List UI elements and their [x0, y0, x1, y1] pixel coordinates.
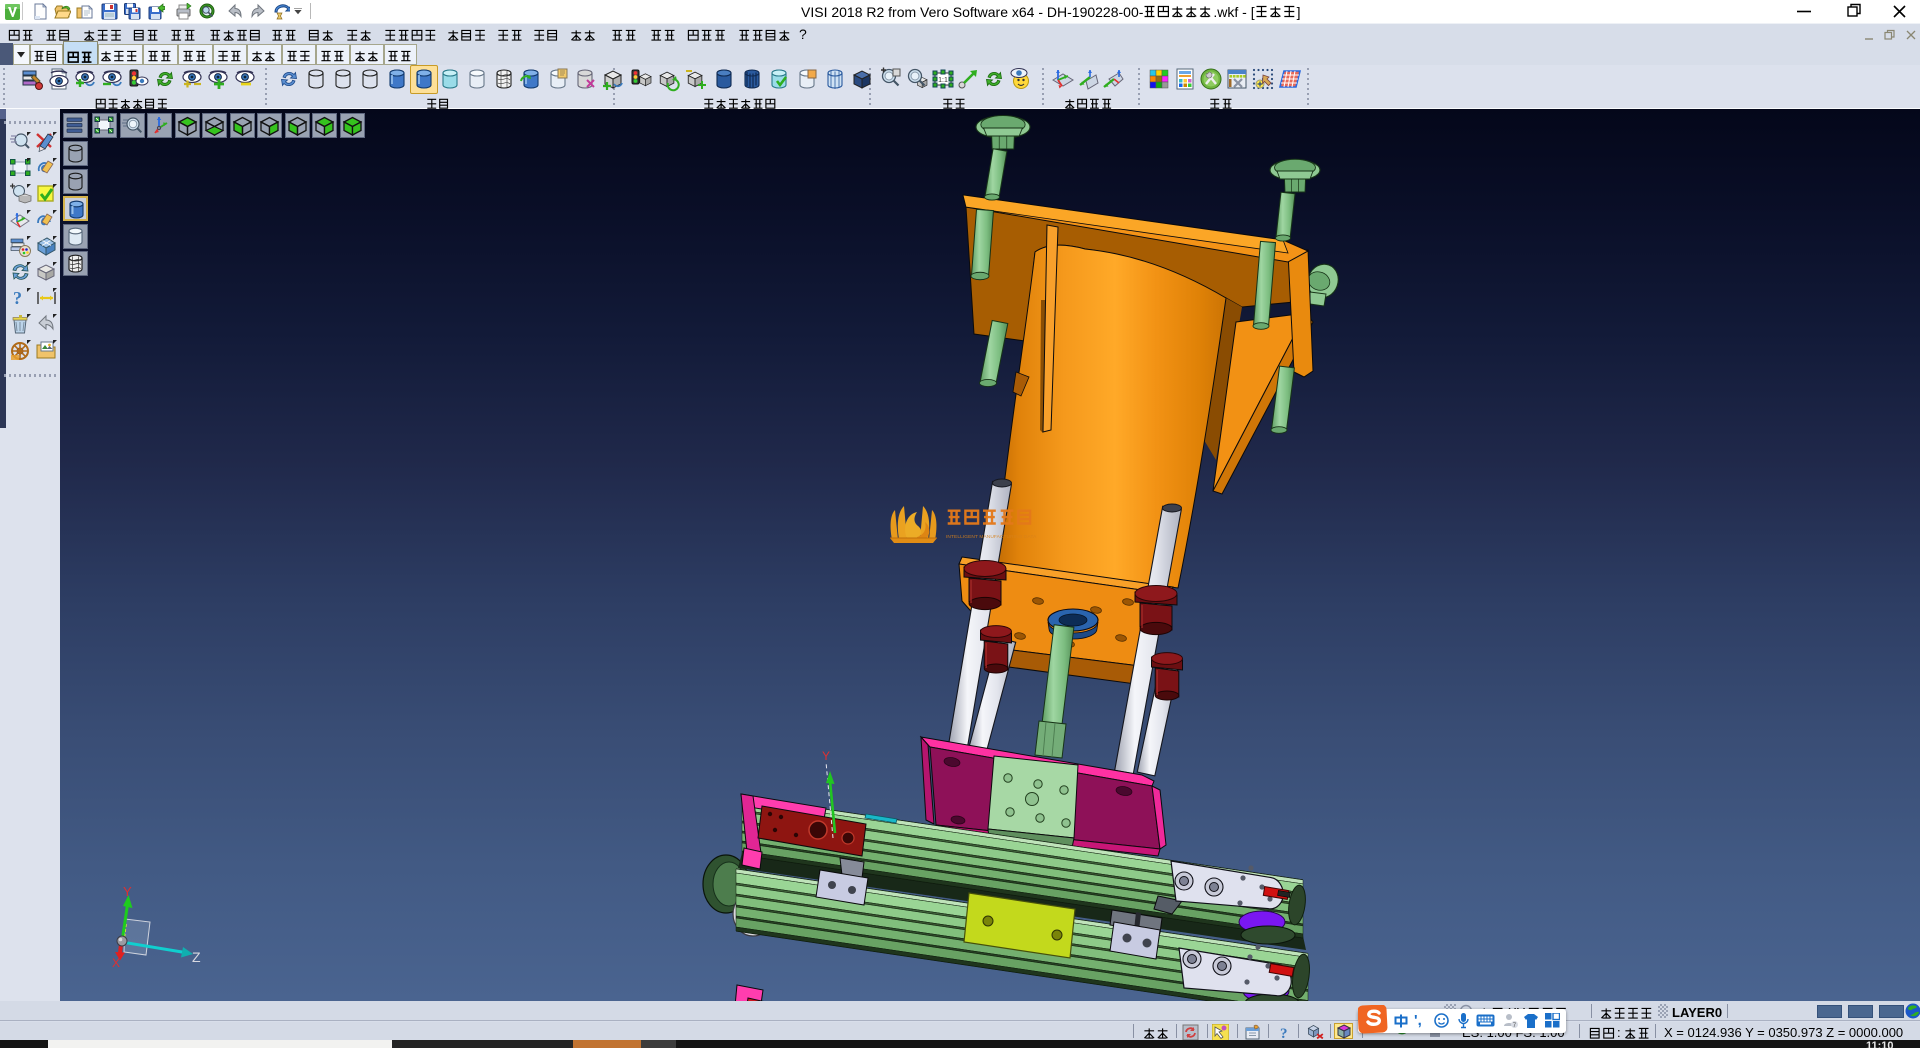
svg-text:INTELLIGENT MANUFACTURING DATA: INTELLIGENT MANUFACTURING DATA — [946, 534, 1037, 540]
svg-text:1:1: 1:1 — [938, 77, 948, 84]
svg-text:Z: Z — [192, 949, 201, 965]
svg-text:Y: Y — [822, 749, 830, 763]
svg-text:?: ? — [13, 288, 22, 308]
svg-text:X: X — [112, 956, 120, 970]
svg-text:?: ? — [1280, 1026, 1288, 1041]
svg-text:Y: Y — [123, 884, 132, 899]
